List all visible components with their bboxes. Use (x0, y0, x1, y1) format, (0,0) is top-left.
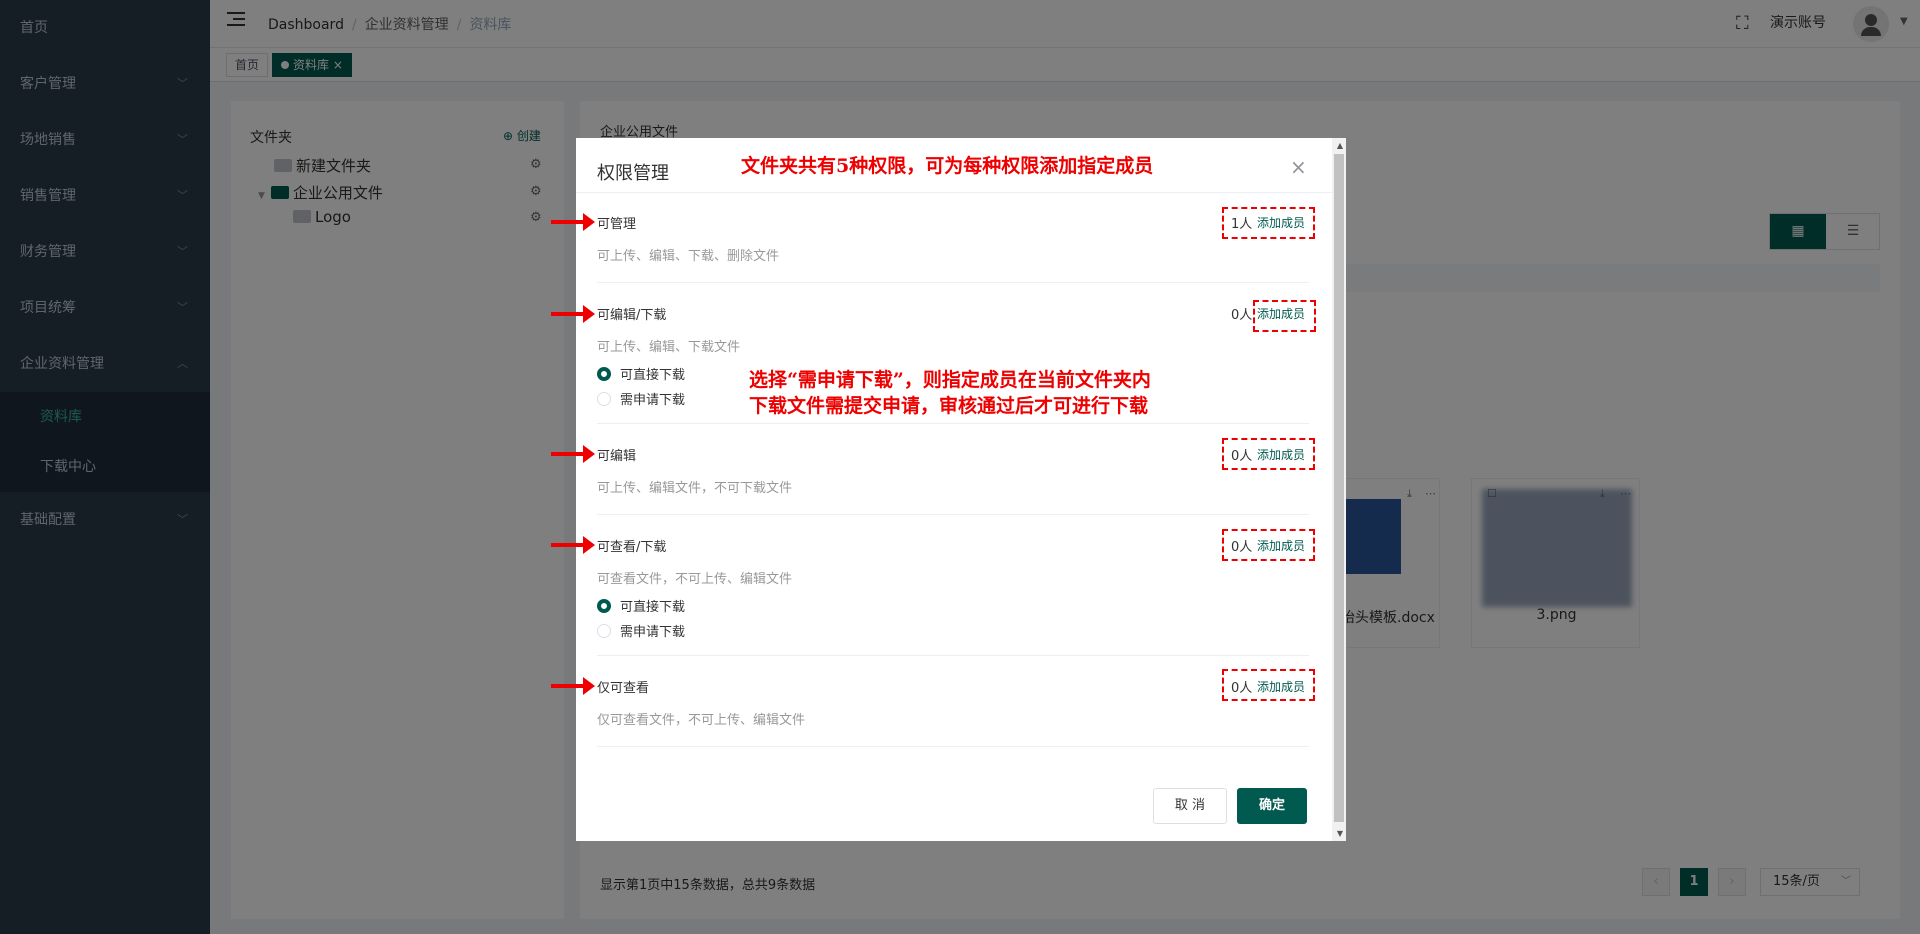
annotation-highlight-box (1222, 207, 1315, 239)
radio-label: 可直接下载 (620, 368, 686, 383)
radio-button[interactable] (597, 624, 611, 638)
radio-label: 需申请下载 (620, 625, 686, 640)
annotation-arrow-icon (551, 445, 595, 463)
radio-label: 可直接下载 (620, 600, 686, 615)
permission-name: 可查看/下载 (597, 540, 667, 555)
permission-name: 可编辑 (597, 449, 637, 464)
scroll-down-icon[interactable]: ▼ (1337, 829, 1343, 838)
permission-desc: 可上传、编辑、下载文件 (597, 340, 741, 355)
confirm-button[interactable]: 确定 (1237, 788, 1307, 824)
annotation-text: 选择“需申请下载”，则指定成员在当前文件夹内 (749, 369, 1151, 391)
radio-direct-download[interactable]: 可直接下载 (597, 596, 685, 615)
radio-request-download[interactable]: 需申请下载 (597, 621, 685, 640)
divider (597, 423, 1309, 424)
radio-direct-download[interactable]: 可直接下载 (597, 364, 685, 383)
scroll-up-icon[interactable]: ▲ (1337, 141, 1343, 150)
permission-desc: 可上传、编辑、下载、删除文件 (597, 249, 780, 264)
annotation-text: 文件夹共有5种权限，可为每种权限添加指定成员 (741, 155, 1154, 177)
cancel-button[interactable]: 取 消 (1153, 788, 1227, 824)
divider (597, 514, 1309, 515)
annotation-text: 下载文件需提交申请，审核通过后才可进行下载 (749, 395, 1149, 417)
permission-name: 可管理 (597, 217, 637, 232)
permission-desc: 仅可查看文件，不可上传、编辑文件 (597, 713, 806, 728)
radio-button[interactable] (597, 367, 611, 381)
permission-name: 仅可查看 (597, 681, 650, 696)
permission-name: 可编辑/下载 (597, 308, 667, 323)
annotation-highlight-box (1253, 300, 1316, 332)
annotation-highlight-box (1222, 438, 1315, 470)
radio-button[interactable] (597, 392, 611, 406)
divider (597, 655, 1309, 656)
divider (576, 192, 1332, 193)
permission-desc: 可查看文件，不可上传、编辑文件 (597, 572, 793, 587)
dialog-title: 权限管理 (597, 163, 669, 184)
annotation-arrow-icon (551, 213, 595, 231)
radio-label: 需申请下载 (620, 393, 686, 408)
permission-dialog: 权限管理 × 可管理 1人 添加成员 可上传、编辑、下载、删除文件 可编辑/下载… (576, 138, 1346, 841)
annotation-highlight-box (1222, 529, 1315, 561)
annotation-arrow-icon (551, 677, 595, 695)
close-icon[interactable]: × (1290, 155, 1307, 179)
annotation-arrow-icon (551, 305, 595, 323)
radio-button[interactable] (597, 599, 611, 613)
permission-desc: 可上传、编辑文件，不可下载文件 (597, 481, 793, 496)
annotation-highlight-box (1222, 669, 1315, 701)
annotation-arrow-icon (551, 536, 595, 554)
scrollbar-thumb[interactable] (1334, 154, 1344, 822)
radio-request-download[interactable]: 需申请下载 (597, 389, 685, 408)
scrollbar[interactable]: ▲ ▼ (1332, 138, 1346, 841)
member-count: 0人 (1231, 308, 1253, 323)
divider (597, 282, 1309, 283)
divider (597, 746, 1309, 747)
